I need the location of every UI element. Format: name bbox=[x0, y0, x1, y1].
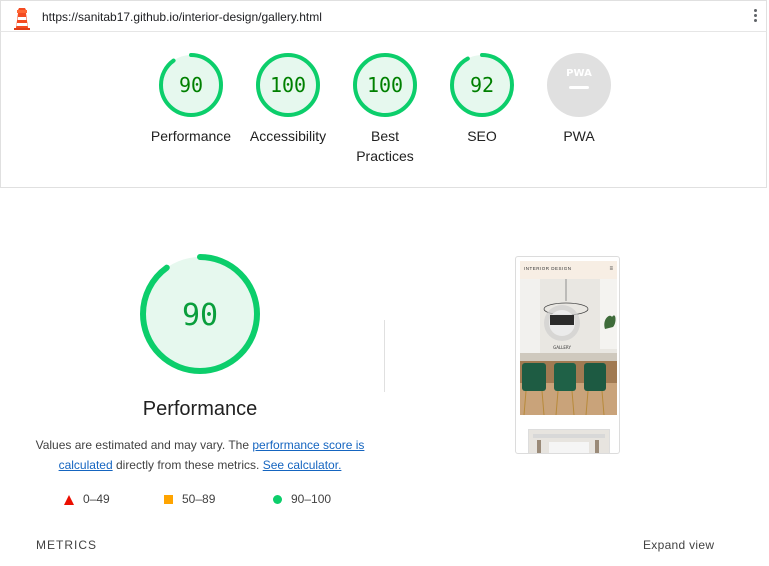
page-url[interactable]: https://sanitab17.github.io/interior-des… bbox=[42, 10, 322, 24]
gauge-pwa[interactable]: PWA PWA bbox=[531, 52, 627, 146]
square-icon bbox=[164, 495, 173, 505]
performance-score-gauge: 90 bbox=[140, 254, 260, 374]
screenshot-gallery-card bbox=[528, 429, 610, 453]
metrics-heading: METRICS bbox=[36, 538, 97, 552]
final-screenshot[interactable]: INTERIOR DESIGN ≡ GALLERY bbox=[515, 256, 620, 454]
lighthouse-icon bbox=[14, 8, 30, 30]
hamburger-icon: ≡ bbox=[609, 266, 613, 272]
pwa-badge-icon: PWA bbox=[547, 53, 611, 117]
more-options-icon[interactable] bbox=[752, 9, 758, 25]
screenshot-hero-image: GALLERY bbox=[520, 279, 617, 415]
legend-pass: 90–100 bbox=[273, 492, 331, 506]
score-gauge: 92 bbox=[450, 53, 514, 117]
svg-text:90: 90 bbox=[179, 73, 203, 97]
svg-text:GALLERY: GALLERY bbox=[553, 345, 571, 350]
gauge-seo[interactable]: 92 SEO bbox=[434, 52, 530, 146]
circle-icon bbox=[273, 495, 282, 505]
screenshot-header: INTERIOR DESIGN ≡ bbox=[520, 261, 617, 279]
triangle-icon bbox=[64, 494, 74, 505]
svg-text:100: 100 bbox=[270, 73, 306, 97]
score-gauge: 90 bbox=[159, 53, 223, 117]
performance-title: Performance bbox=[142, 398, 258, 420]
gauge-label: PWA bbox=[563, 128, 595, 144]
expand-view-button[interactable]: Expand view bbox=[643, 538, 714, 552]
score-summary: 90 Performance 100 Accessibility 100 Bes… bbox=[0, 32, 767, 188]
gauge-best-practices[interactable]: 100 Best Practices bbox=[337, 52, 433, 166]
gauge-label: Performance bbox=[150, 128, 232, 144]
score-gauge: 100 bbox=[353, 53, 417, 117]
svg-text:92: 92 bbox=[470, 73, 494, 97]
legend-average: 50–89 bbox=[164, 492, 215, 506]
score-gauge: 100 bbox=[256, 53, 320, 117]
calculator-link[interactable]: See calculator. bbox=[263, 458, 342, 472]
svg-text:100: 100 bbox=[367, 73, 403, 97]
gauge-label: SEO bbox=[467, 128, 497, 144]
gauge-label: Best Practices bbox=[356, 128, 414, 164]
gauge-performance[interactable]: 90 Performance bbox=[143, 52, 239, 146]
legend-fail: 0–49 bbox=[64, 492, 110, 506]
performance-description: Values are estimated and may vary. The p… bbox=[35, 438, 365, 472]
report-topbar: https://sanitab17.github.io/interior-des… bbox=[0, 0, 767, 32]
svg-text:90: 90 bbox=[182, 298, 218, 333]
gauge-accessibility[interactable]: 100 Accessibility bbox=[240, 52, 336, 146]
section-divider bbox=[384, 320, 385, 392]
svg-text:PWA: PWA bbox=[566, 68, 592, 79]
gauge-label: Accessibility bbox=[249, 128, 327, 144]
